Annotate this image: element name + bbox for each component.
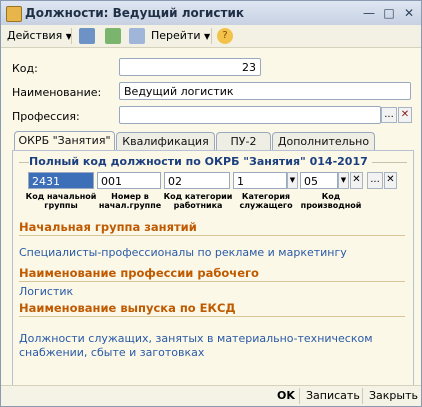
bottom-bar: OK Записать Закрыть	[1, 385, 421, 406]
profession-input[interactable]	[119, 106, 381, 124]
clear-icon[interactable]: ✕	[350, 172, 363, 189]
goto-label: Перейти	[151, 29, 201, 42]
minimize-icon[interactable]: —	[361, 5, 377, 21]
select-button[interactable]: ...	[367, 172, 383, 189]
actions-label: Действия	[7, 29, 63, 42]
code-label: Код:	[12, 62, 38, 75]
close-button[interactable]: Закрыть	[369, 387, 418, 405]
maximize-icon[interactable]: □	[381, 5, 397, 21]
section-divider	[19, 316, 405, 317]
code-field-1[interactable]: 2431	[28, 172, 94, 189]
save-button[interactable]: Записать	[306, 387, 360, 405]
worker-profession-value: Логистик	[19, 285, 74, 298]
toolbar: Действия ▼ Перейти ▼ ?	[1, 25, 421, 48]
goto-menu[interactable]: Перейти ▼	[151, 27, 210, 45]
tab-additional[interactable]: Дополнительно	[272, 132, 375, 151]
close-icon[interactable]: ✕	[401, 5, 417, 21]
eksd-title: Наименование выпуска по ЕКСД	[19, 301, 236, 315]
clear-icon[interactable]: ✕	[398, 107, 412, 123]
help-icon[interactable]: ?	[217, 28, 233, 44]
ok-button[interactable]: OK	[277, 387, 295, 405]
tab-okrb[interactable]: ОКРБ "Занятия"	[14, 131, 115, 152]
toolbar-separator	[362, 388, 363, 404]
refresh-icon[interactable]	[105, 28, 121, 44]
code-input[interactable]: 23	[119, 58, 261, 76]
worker-profession-title: Наименование профессии рабочего	[19, 266, 259, 280]
profession-label: Профессия:	[12, 110, 80, 123]
code-field-3[interactable]: 02	[164, 172, 230, 189]
folder-icon	[6, 6, 22, 22]
caption-derived-code: Код производной	[300, 192, 362, 210]
tab-qualification[interactable]: Квалификация	[116, 132, 215, 151]
toolbar-separator	[211, 28, 212, 44]
window: Должности: Ведущий логистик — □ ✕ Действ…	[0, 0, 422, 407]
eksd-value: Должности служащих, занятых в материальн…	[19, 332, 373, 359]
code-field-5[interactable]: 05	[300, 172, 338, 189]
okrb-group-title: Полный код должности по ОКРБ "Занятия" 0…	[29, 155, 372, 168]
section-divider	[19, 281, 405, 282]
caption-initial-group: Код начальной группы	[25, 192, 97, 210]
name-label: Наименование:	[12, 86, 102, 99]
tab-pu2[interactable]: ПУ-2	[216, 132, 271, 151]
initial-group-title: Начальная группа занятий	[19, 220, 197, 234]
caption-employee-category: Категория служащего	[239, 192, 293, 210]
code-field-2[interactable]: 001	[97, 172, 161, 189]
code-field-4[interactable]: 1	[233, 172, 287, 189]
clear-icon[interactable]: ✕	[384, 172, 397, 189]
dropdown-arrow-icon[interactable]: ▼	[338, 172, 349, 189]
toolbar-separator	[71, 28, 72, 44]
caption-number-in-group: Номер в начал.группе	[98, 192, 162, 210]
save-icon[interactable]	[79, 28, 95, 44]
title-bar: Должности: Ведущий логистик — □ ✕	[1, 1, 421, 26]
caption-worker-category: Код категории работника	[163, 192, 233, 210]
dropdown-arrow-icon[interactable]: ▼	[287, 172, 298, 189]
section-divider	[19, 235, 405, 236]
dropdown-arrow-icon: ▼	[204, 32, 211, 41]
toolbar-separator	[299, 388, 300, 404]
window-title: Должности: Ведущий логистик	[25, 6, 245, 20]
select-button[interactable]: ...	[381, 107, 397, 123]
go-icon[interactable]	[129, 28, 145, 44]
initial-group-value: Специалисты-профессионалы по рекламе и м…	[19, 246, 347, 259]
name-input[interactable]: Ведущий логистик	[119, 82, 411, 100]
actions-menu[interactable]: Действия ▼	[7, 27, 72, 45]
